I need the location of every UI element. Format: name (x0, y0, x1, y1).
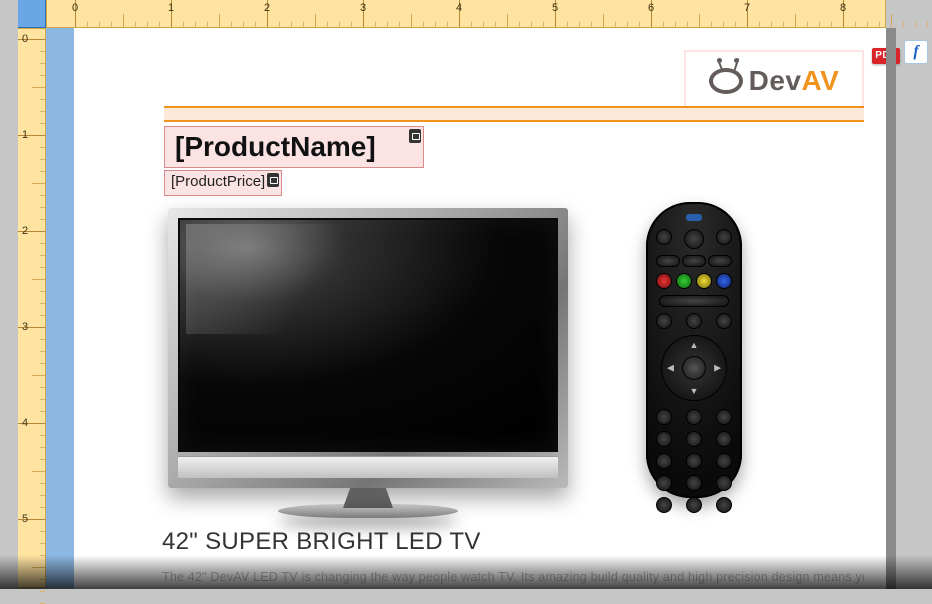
ruler-h-number: 6 (648, 2, 654, 14)
ruler-v-number: 5 (22, 513, 28, 525)
product-subtitle[interactable]: 42" SUPER BRIGHT LED TV (162, 528, 481, 556)
logo-tv-icon (709, 68, 743, 94)
product-body-text[interactable]: The 42" DevAV LED TV is changing the way… (162, 570, 864, 584)
ruler-h-number: 5 (552, 2, 558, 14)
ruler-h-number: 0 (72, 2, 78, 14)
page-right-shadow (886, 28, 896, 589)
ruler-v-number: 0 (22, 33, 28, 45)
product-image-remote[interactable]: ▲▼ ◀▶ (646, 202, 742, 498)
logo-field[interactable]: DevAV (684, 50, 864, 112)
ruler-corner[interactable] (18, 0, 46, 28)
formula-side-button[interactable]: f (904, 40, 928, 64)
report-page[interactable]: DevAV PDF [ProductName] [ProductPrice] (74, 28, 886, 589)
designer-canvas[interactable]: 0 1 2 3 4 5 6 7 8 0 1 2 3 4 5 DevAV PDF [ProductName]… (0, 0, 932, 589)
ruler-v-number: 4 (22, 417, 28, 429)
ruler-v-number: 2 (22, 225, 28, 237)
horizontal-ruler[interactable]: 0 1 2 3 4 5 6 7 8 (46, 0, 886, 28)
ruler-h-number: 4 (456, 2, 462, 14)
smart-tag-icon[interactable] (267, 173, 279, 187)
ruler-v-number: 1 (22, 129, 28, 141)
formula-icon: f (913, 43, 918, 61)
ruler-h-number: 2 (264, 2, 270, 14)
product-price-field[interactable]: [ProductPrice] (164, 170, 282, 196)
ruler-h-number: 8 (840, 2, 846, 14)
ruler-h-number: 3 (360, 2, 366, 14)
logo-text-dev: Dev (749, 65, 802, 96)
product-name-placeholder: [ProductName] (165, 127, 423, 167)
product-price-placeholder: [ProductPrice] (165, 171, 281, 192)
vertical-ruler[interactable]: 0 1 2 3 4 5 (18, 28, 46, 588)
header-separator-bar[interactable] (164, 106, 864, 122)
product-image-tv[interactable] (168, 208, 568, 488)
smart-tag-icon[interactable] (409, 129, 421, 143)
logo-text-av: AV (802, 65, 840, 96)
ruler-h-number: 7 (744, 2, 750, 14)
ruler-h-number: 1 (168, 2, 174, 14)
left-margin-strip (46, 28, 74, 588)
ruler-v-number: 3 (22, 321, 28, 333)
product-name-field[interactable]: [ProductName] (164, 126, 424, 168)
logo-text: DevAV (749, 65, 840, 97)
